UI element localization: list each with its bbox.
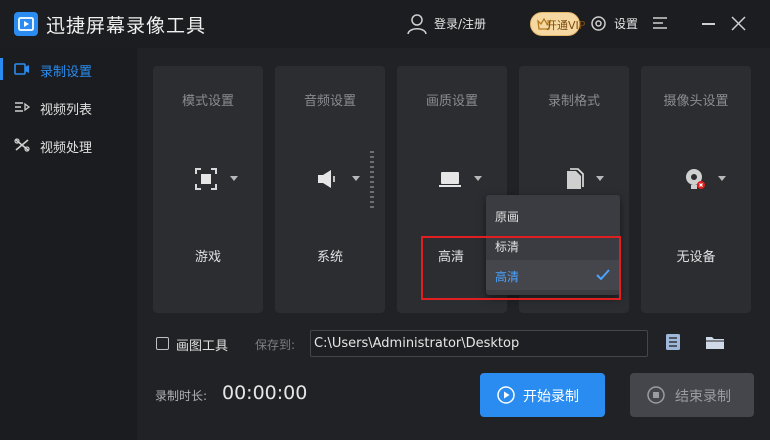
camera-settings-card[interactable]: 摄像头设置 无设备 (641, 66, 751, 313)
sidebar-item-label: 视频列表 (40, 103, 93, 118)
chevron-down-icon[interactable] (474, 176, 482, 181)
fullscreen-icon (195, 168, 217, 190)
sidebar-item-record-settings[interactable]: 录制设置 (0, 50, 137, 88)
close-icon[interactable] (731, 16, 746, 31)
sidebar: 录制设置 视频列表 视频处理 (0, 48, 137, 440)
login-link[interactable]: 登录/注册 (434, 15, 486, 32)
record-icon (14, 63, 29, 75)
tools-icon (14, 138, 30, 152)
chevron-down-icon[interactable] (718, 176, 726, 181)
save-path-input[interactable] (310, 330, 648, 357)
card-title: 录制格式 (547, 94, 600, 109)
start-recording-label: 开始录制 (523, 389, 579, 405)
card-title: 模式设置 (181, 94, 234, 109)
stop-recording-label: 结束录制 (675, 389, 731, 405)
chevron-down-icon[interactable] (352, 176, 360, 181)
chevron-down-icon[interactable] (596, 176, 604, 181)
duration-value: 00:00:00 (222, 382, 308, 404)
stop-icon (647, 386, 665, 404)
dropdown-option-original[interactable]: 原画 (486, 200, 620, 230)
duration-label: 录制时长: (155, 389, 208, 403)
menu-icon[interactable] (652, 16, 668, 30)
vip-label: 开通VIP (546, 19, 586, 32)
monitor-icon (439, 172, 461, 187)
chevron-down-icon[interactable] (230, 176, 238, 181)
sidebar-item-label: 视频处理 (40, 141, 93, 156)
file-list-icon[interactable] (665, 333, 681, 351)
card-value: 无设备 (676, 250, 716, 265)
card-title: 画质设置 (425, 94, 478, 109)
stop-recording-button[interactable]: 结束录制 (630, 373, 754, 417)
sidebar-item-video-list[interactable]: 视频列表 (0, 88, 137, 126)
save-to-label: 保存到: (255, 338, 296, 352)
settings-link[interactable]: 设置 (614, 15, 638, 32)
app-title: 迅捷屏幕录像工具 (46, 15, 207, 37)
gear-icon[interactable] (590, 15, 607, 32)
folder-icon[interactable] (705, 334, 725, 350)
dropdown-option-high[interactable]: 高清 (486, 260, 620, 290)
dropdown-option-standard[interactable]: 标清 (486, 230, 620, 260)
quality-dropdown[interactable]: 原画 标清 高清 (486, 195, 620, 295)
card-title: 摄像头设置 (663, 94, 729, 109)
card-title: 音频设置 (303, 94, 356, 109)
list-icon (15, 102, 30, 112)
camera-icon (686, 169, 705, 189)
sidebar-item-video-process[interactable]: 视频处理 (0, 126, 137, 164)
minimize-icon[interactable] (702, 23, 715, 25)
title-bar: 迅捷屏幕录像工具 登录/注册 开通VIP 设置 (0, 0, 770, 48)
draw-tool-label[interactable]: 画图工具 (176, 335, 228, 354)
play-icon (497, 386, 515, 404)
mode-settings-card[interactable]: 模式设置 游戏 (153, 66, 263, 313)
card-value: 系统 (316, 250, 343, 265)
start-recording-button[interactable]: 开始录制 (480, 373, 605, 417)
card-value: 游戏 (194, 250, 221, 265)
app-logo-icon (14, 12, 38, 36)
sidebar-item-label: 录制设置 (40, 65, 93, 80)
file-icon (567, 168, 584, 189)
speaker-icon (318, 170, 335, 188)
user-icon[interactable] (406, 13, 428, 35)
check-icon (596, 269, 610, 280)
vip-button[interactable]: 开通VIP (530, 12, 586, 36)
card-value: 高清 (438, 250, 465, 265)
audio-settings-card[interactable]: 音频设置 系统 (275, 66, 385, 313)
draw-tool-checkbox[interactable] (156, 337, 169, 350)
